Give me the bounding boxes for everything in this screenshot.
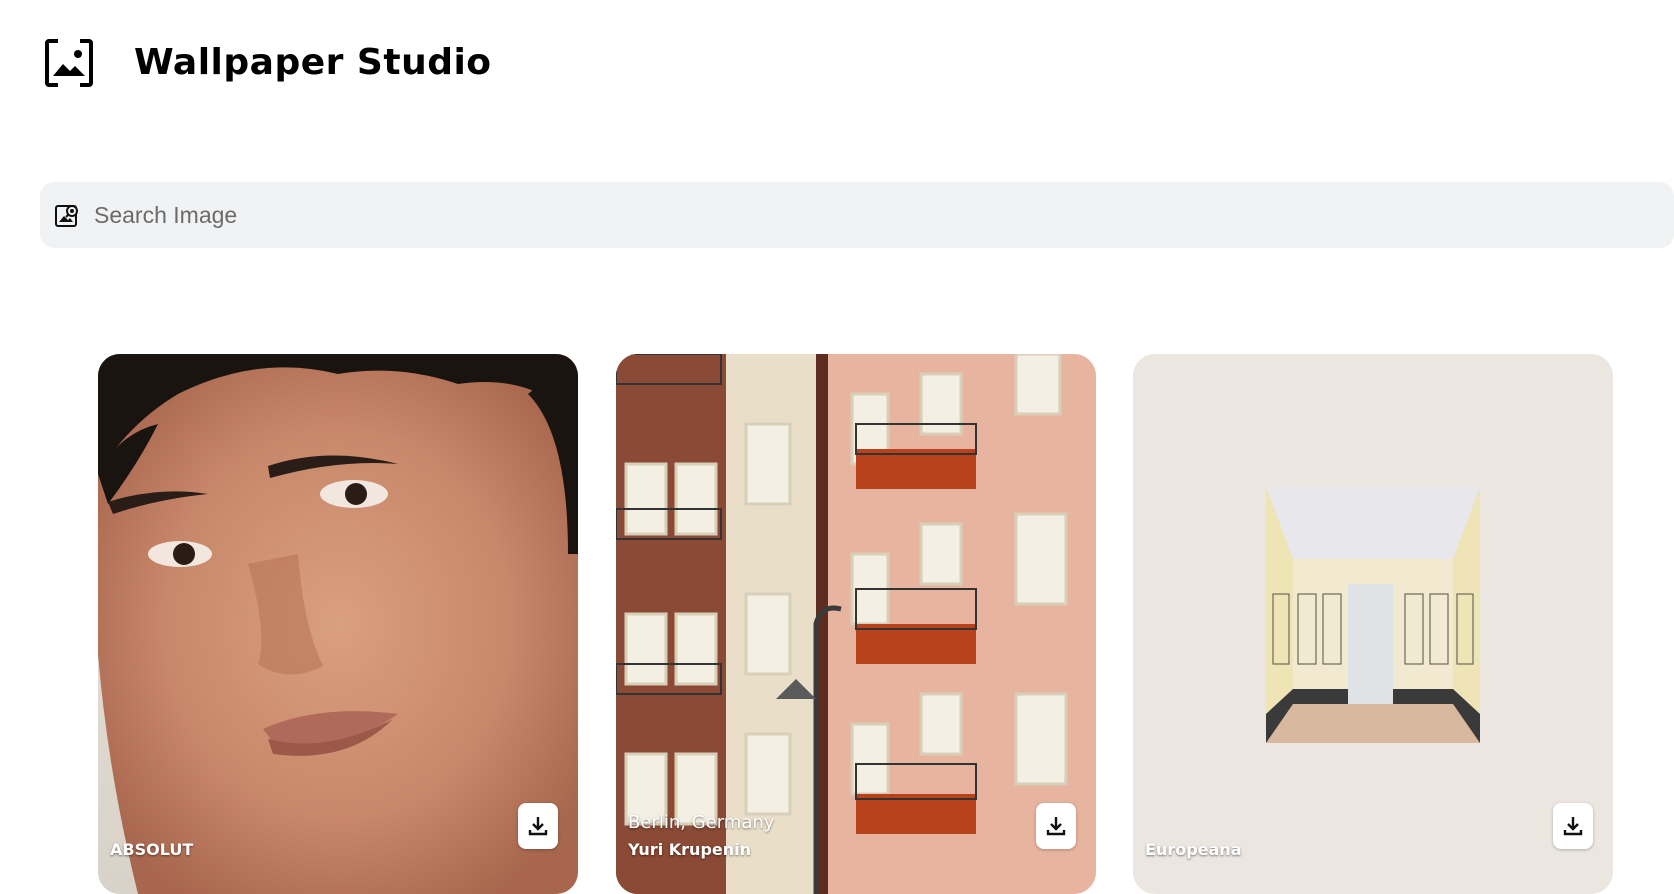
photo-credit[interactable]: Europeana	[1145, 840, 1242, 859]
wallpaper-card[interactable]: Europeana	[1133, 354, 1613, 894]
app-header: Wallpaper Studio	[44, 38, 492, 88]
download-icon	[1046, 817, 1066, 836]
photo-location: Berlin, Germany	[628, 812, 775, 833]
search-bar[interactable]	[40, 182, 1674, 248]
download-button[interactable]	[518, 803, 558, 849]
wallpaper-card[interactable]: ABSOLUT	[98, 354, 578, 894]
interior-painting-image	[1133, 354, 1613, 894]
app-title: Wallpaper Studio	[134, 42, 492, 83]
search-input[interactable]	[92, 194, 1596, 236]
portrait-image	[98, 354, 578, 894]
photo-credit[interactable]: Yuri Krupenin	[628, 840, 751, 859]
download-button[interactable]	[1036, 803, 1076, 849]
image-frame-icon	[45, 39, 93, 87]
download-icon	[1563, 817, 1583, 836]
download-icon	[528, 817, 548, 836]
image-search-icon	[55, 205, 78, 227]
wallpaper-card[interactable]: Berlin, Germany Yuri Krupenin	[616, 354, 1096, 894]
download-button[interactable]	[1553, 803, 1593, 849]
photo-credit[interactable]: ABSOLUT	[110, 840, 193, 859]
